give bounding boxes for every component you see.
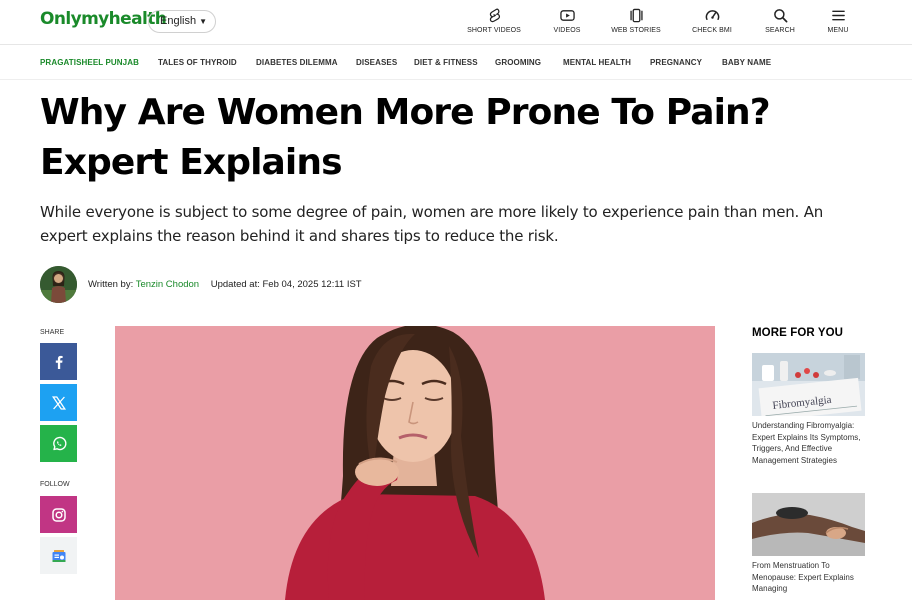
search-icon bbox=[773, 9, 787, 23]
hamburger-icon bbox=[831, 10, 845, 21]
sidebar-item-image[interactable]: Fibromyalgia bbox=[752, 353, 865, 416]
top-nav: SHORT VIDEOS VIDEOS WEB STORIES CHECK BM… bbox=[0, 8, 912, 38]
author-avatar[interactable] bbox=[40, 266, 77, 303]
category-pregnancy[interactable]: PREGNANCY bbox=[650, 58, 702, 67]
article-title: Why Are Women More Prone To Pain? Expert… bbox=[40, 88, 840, 188]
facebook-share-button[interactable] bbox=[40, 343, 77, 380]
sidebar-item-image[interactable] bbox=[752, 493, 865, 556]
article-title-line1: Why Are Women More Prone To Pain? bbox=[40, 92, 771, 133]
sidebar-item-title[interactable]: Understanding Fibromyalgia: Expert Expla… bbox=[752, 420, 864, 466]
follow-label: FOLLOW bbox=[40, 481, 70, 488]
category-grooming[interactable]: GROOMING bbox=[495, 58, 541, 67]
category-mental-health[interactable]: MENTAL HEALTH bbox=[563, 58, 631, 67]
nav-label: VIDEOS bbox=[553, 27, 581, 34]
google-news-icon bbox=[52, 549, 65, 562]
more-for-you-heading: MORE FOR YOU bbox=[752, 327, 844, 339]
play-icon bbox=[559, 10, 575, 21]
category-diet-fitness[interactable]: DIET & FITNESS bbox=[414, 58, 478, 67]
whatsapp-share-button[interactable] bbox=[40, 425, 77, 462]
facebook-icon bbox=[55, 355, 63, 369]
written-by-label: Written by: bbox=[88, 279, 134, 290]
byline: Written by: Tenzin Chodon Updated at: Fe… bbox=[88, 279, 362, 290]
nav-label: MENU bbox=[827, 27, 849, 34]
nav-videos[interactable]: VIDEOS bbox=[527, 8, 607, 34]
web-stories-icon bbox=[629, 8, 643, 23]
category-diseases[interactable]: DISEASES bbox=[356, 58, 397, 67]
category-diabetes-dilemma[interactable]: DIABETES DILEMMA bbox=[256, 58, 338, 67]
nav-label: WEB STORIES bbox=[611, 27, 661, 34]
instagram-follow-button[interactable] bbox=[40, 496, 77, 533]
nav-web-stories[interactable]: WEB STORIES bbox=[596, 8, 676, 34]
sidebar-item-title[interactable]: From Menstruation To Menopause: Expert E… bbox=[752, 560, 864, 595]
shorts-icon bbox=[489, 8, 500, 23]
author-link[interactable]: Tenzin Chodon bbox=[136, 279, 199, 290]
nav-menu[interactable]: MENU bbox=[798, 8, 878, 34]
top-header: Onlymyhealth English ▼ SHORT VIDEOS VIDE… bbox=[0, 0, 912, 45]
article-title-line2: Expert Explains bbox=[40, 142, 343, 183]
gauge-icon bbox=[705, 10, 719, 20]
google-news-follow-button[interactable] bbox=[40, 537, 77, 574]
category-pragatisheel-punjab[interactable]: PRAGATISHEEL PUNJAB bbox=[40, 58, 139, 67]
whatsapp-icon bbox=[52, 436, 67, 450]
updated-date: Updated at: Feb 04, 2025 12:11 IST bbox=[210, 279, 362, 290]
x-share-button[interactable] bbox=[40, 384, 77, 421]
nav-label: SHORT VIDEOS bbox=[467, 27, 521, 34]
hero-image bbox=[115, 326, 715, 600]
x-icon bbox=[51, 395, 66, 410]
share-label: SHARE bbox=[40, 329, 65, 336]
article-summary: While everyone is subject to some degree… bbox=[40, 203, 824, 245]
category-bar: PRAGATISHEEL PUNJAB TALES OF THYROID DIA… bbox=[0, 45, 912, 80]
instagram-icon bbox=[51, 507, 66, 522]
nav-short-videos[interactable]: SHORT VIDEOS bbox=[454, 8, 534, 34]
category-baby-name[interactable]: BABY NAME bbox=[722, 58, 771, 67]
category-tales-of-thyroid[interactable]: TALES OF THYROID bbox=[158, 58, 237, 67]
